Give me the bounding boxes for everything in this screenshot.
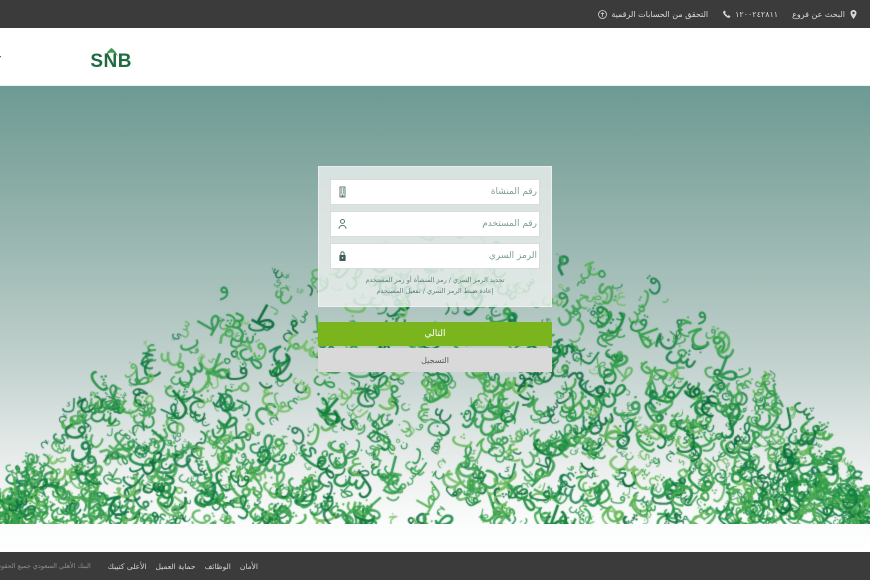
footer-links-group: الأمان الوظائف حماية العميل الأعلى كتيبك…	[0, 562, 258, 571]
phone-icon	[722, 9, 731, 19]
hint-reset-password[interactable]: إعادة ضبط الرمز السري / تفعيل المستخدم	[334, 286, 536, 297]
nav-items-group: خدمات الأفراد الخدمات المصرفية للشركات خ…	[0, 46, 50, 68]
digital-accounts-verify-link[interactable]: التحقق من الحسابات الرقمية	[598, 10, 708, 19]
location-pin-icon	[849, 9, 858, 19]
footer-link-security[interactable]: الأمان	[240, 562, 258, 571]
password-field[interactable]	[330, 243, 540, 269]
user-icon	[331, 211, 353, 237]
hint-renew-credentials[interactable]: تجديد الرمز السري / رمز المنشأة أو رمز ا…	[334, 275, 536, 286]
footer-copyright: البنك الأهلي السعودي جميع الحقوق محفوظة …	[0, 562, 91, 570]
utility-links-group: البحث عن فروع ١٢٠٠٢٤٢٨١١ التحقق من الحسا…	[598, 9, 858, 19]
lock-icon	[331, 243, 353, 269]
register-button[interactable]: التسجيل	[318, 348, 552, 372]
digital-accounts-label: التحقق من الحسابات الرقمية	[611, 9, 709, 19]
top-utility-bar: البحث عن فروع ١٢٠٠٢٤٢٨١١ التحقق من الحسا…	[0, 0, 870, 28]
hero-section: تجديد الرمز السري / رمز المنشأة أو رمز ا…	[0, 86, 870, 552]
company-number-field[interactable]	[330, 179, 540, 205]
login-form-card: تجديد الرمز السري / رمز المنشأة أو رمز ا…	[318, 166, 552, 308]
password-input[interactable]	[353, 244, 539, 268]
snb-logo[interactable]: SNB	[90, 42, 132, 71]
login-help-hints: تجديد الرمز السري / رمز المنشأة أو رمز ا…	[330, 275, 540, 296]
page-root: البحث عن فروع ١٢٠٠٢٤٢٨١١ التحقق من الحسا…	[0, 0, 870, 580]
footer-bar: الأمان الوظائف حماية العميل الأعلى كتيبك…	[0, 552, 870, 580]
footer-link-careers[interactable]: الوظائف	[204, 562, 230, 571]
next-button[interactable]: التالي	[318, 322, 552, 346]
accessibility-icon	[598, 9, 608, 19]
branch-search-label: البحث عن فروع	[792, 9, 845, 19]
branch-search-link[interactable]: البحث عن فروع	[792, 9, 858, 19]
user-number-input[interactable]	[353, 212, 539, 236]
footer-link-guide[interactable]: الأعلى كتيبك	[108, 562, 147, 571]
phone-number-label: ١٢٠٠٢٤٢٨١١	[735, 9, 779, 19]
building-icon	[331, 179, 353, 205]
footer-link-customer-protection[interactable]: حماية العميل	[155, 562, 195, 571]
user-number-field[interactable]	[330, 211, 540, 237]
nav-item-individuals[interactable]: خدمات الأفراد	[0, 46, 50, 68]
snb-arch-logo-icon	[104, 42, 118, 57]
main-navigation-bar: SNB خدمات الأفراد الخدمات المصرفية للشرك…	[0, 28, 870, 86]
snb-logo-text: SNB	[90, 51, 132, 72]
phone-number-link[interactable]: ١٢٠٠٢٤٢٨١١	[722, 10, 778, 19]
company-number-input[interactable]	[353, 180, 539, 204]
